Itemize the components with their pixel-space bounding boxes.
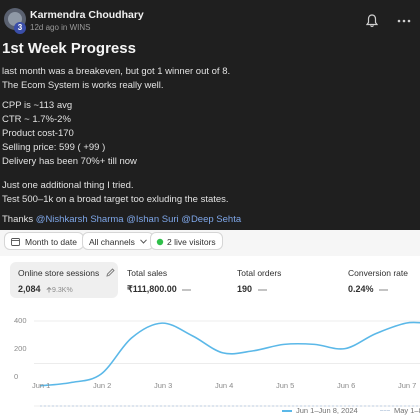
dash-icon [182,289,192,291]
post-line: Product cost-170 [2,128,74,139]
dash-icon [257,289,267,291]
live-visitors-label: 2 live visitors [167,237,216,247]
metric-online-store-sessions[interactable]: Online store sessions 2,084 9.3K% [10,262,118,298]
filter-toolbar: Month to date All channels 2 live visito… [0,230,420,254]
analytics-screenshot: Month to date All channels 2 live visito… [0,230,420,420]
calendar-icon [11,238,20,246]
metric-total-orders[interactable]: Total orders 190 [237,262,337,298]
more-icon[interactable] [396,14,412,28]
sessions-value: 2,084 [18,284,41,294]
post-line: last month was a breakeven, but got 1 wi… [2,66,231,77]
x-tick-label: Jun 2 [93,381,112,390]
post-line: CPP is ~113 avg [2,100,73,111]
channel-link[interactable]: WINS [70,23,91,32]
x-tick-label: Jun 5 [276,381,295,390]
metric-value: ₹111,800.00 [127,284,192,295]
x-tick-label: Jun 6 [337,381,356,390]
x-tick-label: Jun 1 [32,381,51,390]
metric-label: Conversion rate [348,268,409,278]
legend-swatch [380,409,390,413]
sessions-line-chart [34,320,420,407]
channels-dropdown[interactable]: All channels [82,232,154,250]
metric-total-sales[interactable]: Total sales ₹111,800.00 [127,262,227,298]
sessions-delta: 9.3K% [46,287,73,294]
legend-item-current[interactable]: Jun 1–Jun 8, 2024 [282,406,358,415]
metric-conversion-rate[interactable]: Conversion rate 0.24% [348,262,420,298]
thanks-line: Thanks @Nishkarsh Sharma @Ishan Suri @De… [2,214,241,225]
legend-swatch [282,410,292,413]
post-title: 1st Week Progress [2,40,136,57]
author-name[interactable]: Karmendra Choudhary [30,9,144,21]
post-line: The Ecom System is works really well. [2,80,164,91]
post-line: Delivery has been 70%+ till now [2,156,137,167]
chevron-down-icon [139,239,147,244]
mention-link[interactable]: @Nishkarsh Sharma [36,214,124,225]
x-tick-label: Jun 4 [215,381,234,390]
thanks-text: Thanks [2,214,34,225]
post-meta: 12d ago in WINS [30,23,91,32]
date-range-label: Month to date [25,237,77,247]
metric-label: Total sales [127,268,168,278]
bell-icon[interactable] [366,14,378,28]
metric-value: 190 [237,284,267,294]
chart-gridlines [34,320,420,407]
post-line: Test 500–1k on a broad target too exludi… [2,194,229,205]
dash-icon [379,289,389,291]
date-range-button[interactable]: Month to date [4,232,84,250]
post-line: CTR ~ 1.7%-2% [2,114,71,125]
mention-link[interactable]: @Deep Sehta [181,214,241,225]
post-line: Selling price: 599 ( +99 ) [2,142,106,153]
post-line: Just one additional thing I tried. [2,180,134,191]
x-tick-label: Jun 7 [398,381,417,390]
metric-label: Total orders [237,268,282,278]
metric-value: 2,084 9.3K% [18,284,73,294]
community-post: 3 Karmendra Choudhary 12d ago in WINS 1s… [0,0,420,230]
metric-label: Online store sessions [18,268,100,278]
level-badge: 3 [14,22,26,34]
x-tick-label: Jun 3 [154,381,173,390]
legend-item-previous[interactable]: May 1–8 [380,406,420,415]
pencil-icon[interactable] [106,268,115,277]
metric-value: 0.24% [348,284,389,294]
mention-link[interactable]: @Ishan Suri [126,214,178,225]
channels-label: All channels [89,237,135,247]
series-line-current [39,321,420,387]
metrics-card: Online store sessions 2,084 9.3K% Total … [0,256,420,420]
live-visitors-button[interactable]: 2 live visitors [150,232,223,250]
live-dot-icon [156,238,164,246]
post-time: 12d ago in [30,23,68,32]
